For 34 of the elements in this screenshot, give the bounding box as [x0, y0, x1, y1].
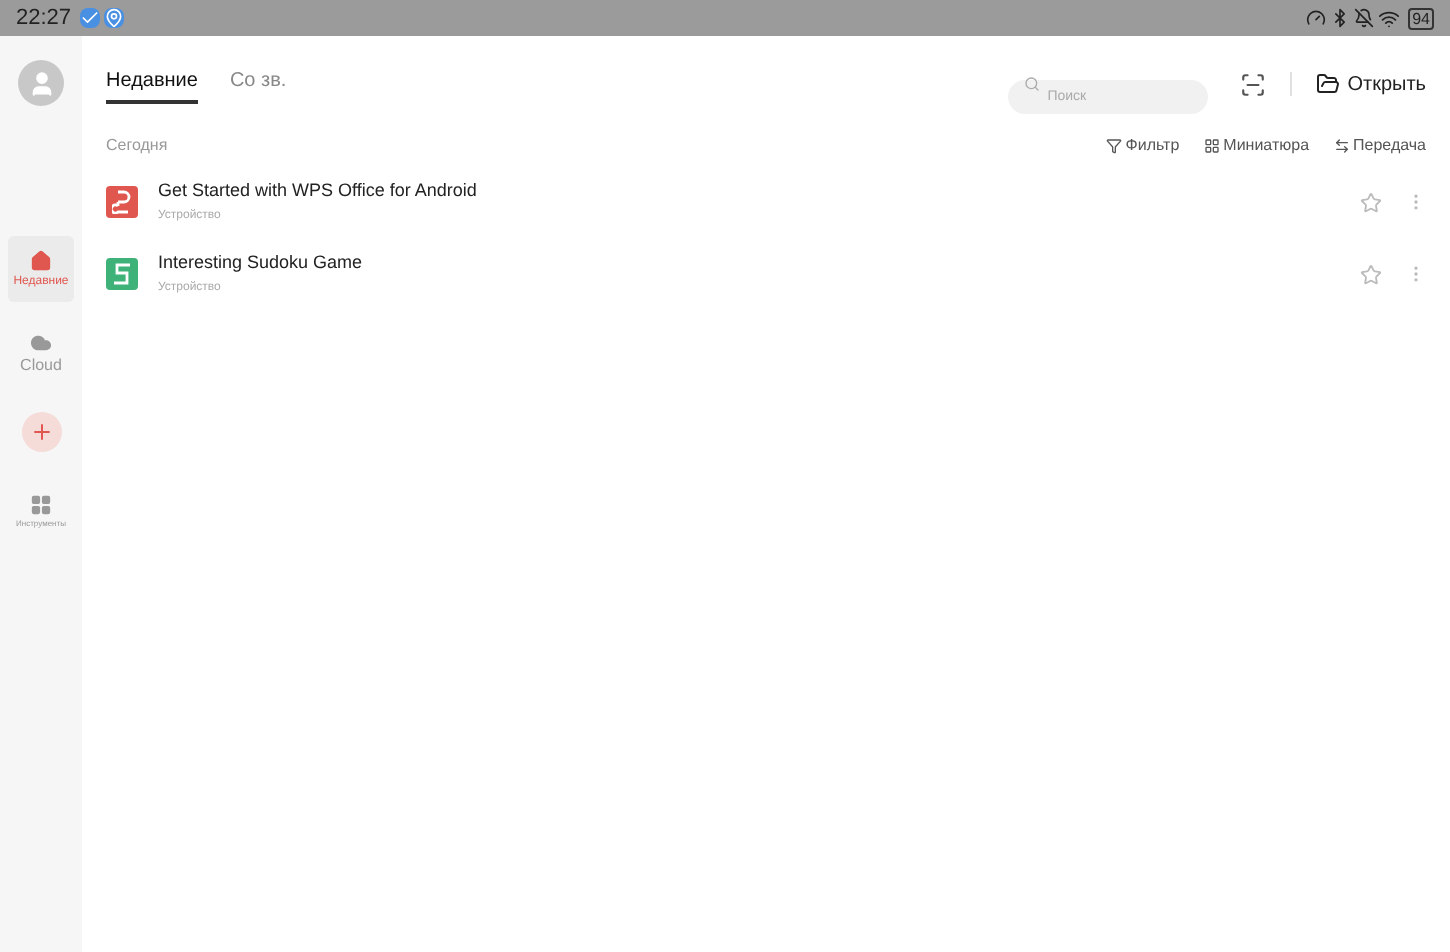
plus-icon — [29, 420, 53, 444]
location-notification-icon — [103, 8, 124, 28]
grid-icon — [30, 494, 52, 516]
arrows-icon — [1333, 138, 1350, 154]
file-name: Get Started with WPS Office for Android — [158, 177, 477, 204]
toolbar-button[interactable]: Фильтр — [1105, 134, 1180, 158]
star-icon[interactable] — [1360, 191, 1382, 213]
cloud-icon — [30, 332, 52, 354]
star-icon[interactable] — [1360, 263, 1382, 285]
mute-icon — [1354, 8, 1375, 28]
section-title: Сегодня — [106, 134, 168, 158]
tab[interactable]: Со зв. — [229, 65, 287, 103]
battery-indicator: 94 — [1408, 7, 1434, 29]
gauge-icon — [1306, 8, 1327, 28]
filter-icon — [1105, 138, 1122, 154]
scan-icon[interactable] — [1239, 71, 1266, 97]
toolbar-button[interactable]: Миниатюра — [1203, 134, 1310, 158]
check-notification-icon — [79, 8, 100, 28]
toolbar-button[interactable]: Передача — [1333, 134, 1426, 158]
tab[interactable]: Недавние — [106, 65, 198, 103]
bluetooth-icon — [1330, 8, 1351, 28]
wifi-icon — [1378, 7, 1401, 29]
add-button[interactable] — [21, 412, 61, 452]
grid-icon — [1203, 138, 1220, 154]
search-icon — [1023, 76, 1040, 92]
clock: 22:27 — [16, 3, 72, 34]
presentation-file-icon — [106, 186, 138, 218]
file-name: Interesting Sudoku Game — [158, 249, 363, 276]
spreadsheet-file-icon — [106, 258, 138, 290]
person-icon — [27, 69, 55, 97]
home-icon — [30, 250, 52, 272]
folder-icon — [1315, 72, 1340, 96]
avatar[interactable] — [18, 60, 64, 106]
open-button[interactable]: Открыть — [1315, 69, 1426, 99]
